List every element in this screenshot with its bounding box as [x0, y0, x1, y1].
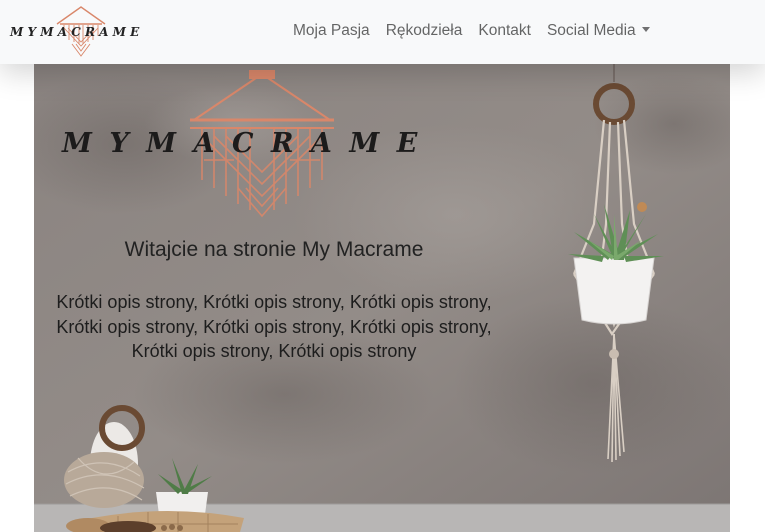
hero-title: Witajcie na stronie My Macrame [124, 238, 424, 261]
nav-links: Moja Pasja Rękodzieła Kontakt Social Med… [285, 18, 658, 44]
nav-item-kontakt[interactable]: Kontakt [470, 18, 539, 44]
navbar: MYMACRAME Moja Pasja Rękodzieła Kontakt … [0, 0, 765, 64]
nav-item-social-media-dropdown[interactable]: Social Media [539, 18, 658, 44]
hero-banner: MYMACRAME Witajcie na stronie My Macrame… [34, 64, 730, 532]
caret-down-icon [641, 27, 650, 32]
nav-item-social-media-label: Social Media [546, 22, 636, 39]
hanging-plant-image [568, 64, 664, 463]
macrame-props-image [64, 405, 244, 532]
nav-item-rekodziela[interactable]: Rękodzieła [378, 18, 471, 44]
hero-logo-text: MYMACRAME [62, 128, 435, 159]
brand-text: MYMACRAME [10, 25, 144, 39]
nav-item-moja-pasja[interactable]: Moja Pasja [285, 18, 378, 44]
hero-description: Krótki opis strony, Krótki opis strony, … [56, 292, 492, 361]
brand-logo[interactable]: MYMACRAME [10, 4, 152, 60]
